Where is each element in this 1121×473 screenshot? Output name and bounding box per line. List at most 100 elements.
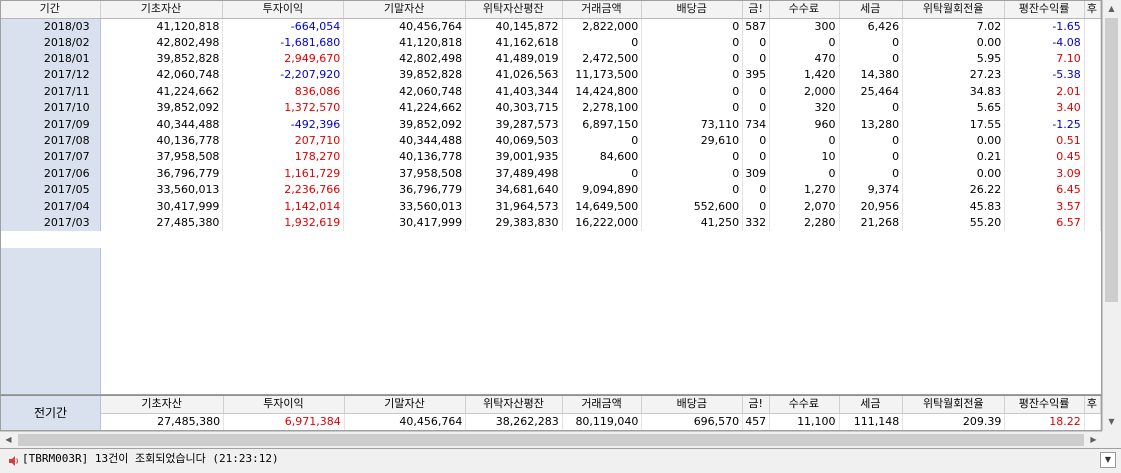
total-period-label: 전기간 — [1, 396, 101, 430]
table-row[interactable]: 2017/10 39,852,092 1,372,570 41,224,662 40,3… — [1, 100, 1101, 117]
turnover-cell: 0.00 — [902, 165, 1006, 183]
table-row[interactable]: 2017/04 30,417,999 1,142,014 33,560,013 31,9… — [1, 198, 1101, 215]
fee-cell: 960 — [769, 116, 840, 133]
period-cell: 2017/07 — [1, 149, 101, 166]
avg-cell: 40,069,503 — [465, 132, 563, 150]
table-row[interactable]: 2017/03 27,485,380 1,932,619 30,417,999 29,3… — [1, 214, 1101, 232]
profit-cell: 836,086 — [222, 83, 345, 101]
yield-cell: 6.57 — [1004, 214, 1085, 232]
table-row[interactable]: 2017/11 41,224,662 836,086 42,060,748 41,403… — [1, 83, 1101, 101]
column-header[interactable]: 금! — [742, 1, 771, 19]
grid-body: 2018/03 41,120,818 -664,054 40,456,764 40,14… — [1, 18, 1101, 232]
tax-cell: 13,280 — [839, 116, 904, 133]
base-cell: 39,852,092 — [100, 100, 224, 117]
total-value-cell: 40,456,764 — [344, 413, 467, 430]
profit-cell: -664,054 — [222, 18, 345, 35]
column-header[interactable]: 기간 — [1, 1, 101, 19]
status-bar: [TBRM003R] 13건이 조회되었습니다 (21:23:12) ▼ — [0, 448, 1121, 473]
total-value-cell: 696,570 — [641, 413, 744, 430]
div-cell: 73,110 — [641, 116, 744, 133]
column-header[interactable]: 기말자산 — [343, 1, 467, 19]
period-cell: 2017/05 — [1, 182, 101, 199]
column-header[interactable]: 위탁월회전율 — [902, 1, 1006, 19]
turnover-cell: 0.00 — [902, 132, 1006, 150]
vertical-scrollbar[interactable]: ▲ ▼ — [1102, 0, 1120, 431]
status-dropdown-button[interactable]: ▼ — [1100, 452, 1116, 468]
avg-cell: 29,383,830 — [465, 214, 563, 232]
table-row[interactable]: 2018/03 41,120,818 -664,054 40,456,764 40,14… — [1, 18, 1101, 35]
total-column-header: 후 — [1084, 396, 1101, 414]
period-cell: 2018/01 — [1, 50, 101, 68]
total-column-header: 위탁자산평잔 — [465, 396, 563, 414]
vertical-scroll-thumb[interactable] — [1105, 18, 1118, 302]
table-row[interactable]: 2017/08 40,136,778 207,710 40,344,488 40,069… — [1, 132, 1101, 150]
scroll-right-icon[interactable]: ▶ — [1085, 432, 1102, 448]
column-header[interactable]: 세금 — [839, 1, 904, 19]
yield-cell: -4.08 — [1004, 34, 1085, 51]
profit-cell: 2,949,670 — [222, 50, 345, 68]
horizontal-scroll-thumb[interactable] — [18, 434, 1084, 446]
end-cell: 39,852,828 — [343, 67, 467, 84]
yield-cell: 3.40 — [1004, 100, 1085, 117]
yield-cell: 0.45 — [1004, 149, 1085, 166]
column-header[interactable]: 후 — [1084, 1, 1101, 19]
end-cell: 40,456,764 — [343, 18, 467, 35]
monthly-return-table: 기간 기초자산 투자이익 기말자산 위탁자산평잔 거래금액 배당금 금! 수수료 세금 위탁월회전율… — [1, 1, 1101, 232]
column-header[interactable]: 수수료 — [769, 1, 840, 19]
avg-cell: 39,001,935 — [465, 149, 563, 166]
yield-cell: 6.45 — [1004, 182, 1085, 199]
fee-cell: 320 — [769, 100, 840, 117]
trade-cell: 0 — [562, 34, 643, 51]
total-column-header: 수수료 — [769, 396, 840, 414]
table-row[interactable]: 2017/06 36,796,779 1,161,729 37,958,508 37,4… — [1, 165, 1101, 183]
base-cell: 40,344,488 — [100, 116, 224, 133]
table-row[interactable]: 2018/01 39,852,828 2,949,670 42,802,498 41,4… — [1, 50, 1101, 68]
cut-cell: 0 — [742, 100, 771, 117]
yield-cell: -1.25 — [1004, 116, 1085, 133]
monthly-return-grid[interactable]: 기간 기초자산 투자이익 기말자산 위탁자산평잔 거래금액 배당금 금! 수수료 세금 위탁월회전율… — [0, 0, 1102, 395]
scroll-up-icon[interactable]: ▲ — [1103, 0, 1120, 17]
tax-cell: 0 — [839, 165, 904, 183]
base-cell: 37,958,508 — [100, 149, 224, 166]
overflow-cell — [1084, 50, 1101, 68]
overflow-cell — [1084, 198, 1101, 215]
column-header[interactable]: 거래금액 — [562, 1, 643, 19]
table-row[interactable]: 2017/12 42,060,748 -2,207,920 39,852,828 41,… — [1, 67, 1101, 84]
horizontal-scrollbar[interactable]: ◀ ▶ — [0, 431, 1102, 448]
column-header[interactable]: 위탁자산평잔 — [465, 1, 563, 19]
table-row[interactable]: 2017/09 40,344,488 -492,396 39,852,092 39,28… — [1, 116, 1101, 133]
tax-cell: 0 — [839, 149, 904, 166]
end-cell: 37,958,508 — [343, 165, 467, 183]
table-row[interactable]: 2018/02 42,802,498 -1,681,680 41,120,818 41,… — [1, 34, 1101, 51]
div-cell: 0 — [641, 34, 744, 51]
period-cell: 2017/06 — [1, 165, 101, 183]
total-value-cell: 80,119,040 — [562, 413, 643, 430]
div-cell: 0 — [641, 18, 744, 35]
period-cell: 2017/08 — [1, 132, 101, 150]
profit-cell: 207,710 — [222, 132, 345, 150]
fee-cell: 2,280 — [769, 214, 840, 232]
period-cell: 2017/04 — [1, 198, 101, 215]
overflow-cell — [1084, 34, 1101, 51]
scroll-left-icon[interactable]: ◀ — [0, 432, 17, 448]
trade-cell: 0 — [562, 132, 643, 150]
column-header[interactable]: 투자이익 — [222, 1, 345, 19]
scroll-down-icon[interactable]: ▼ — [1103, 413, 1120, 430]
table-row[interactable]: 2017/05 33,560,013 2,236,766 36,796,779 34,6… — [1, 182, 1101, 199]
column-header[interactable]: 평잔수익률 — [1004, 1, 1085, 19]
trade-cell: 2,472,500 — [562, 50, 643, 68]
column-header[interactable]: 배당금 — [641, 1, 744, 19]
total-value-cell — [1084, 413, 1101, 430]
profit-cell: 178,270 — [222, 149, 345, 166]
cut-cell: 0 — [742, 132, 771, 150]
total-value-cell: 6,971,384 — [223, 413, 345, 430]
cut-cell: 0 — [742, 182, 771, 199]
turnover-cell: 7.02 — [902, 18, 1006, 35]
fee-cell: 0 — [769, 34, 840, 51]
avg-cell: 31,964,573 — [465, 198, 563, 215]
base-cell: 33,560,013 — [100, 182, 224, 199]
fee-cell: 300 — [769, 18, 840, 35]
table-row[interactable]: 2017/07 37,958,508 178,270 40,136,778 39,001… — [1, 149, 1101, 166]
column-header[interactable]: 기초자산 — [100, 1, 224, 19]
overflow-cell — [1084, 214, 1101, 232]
